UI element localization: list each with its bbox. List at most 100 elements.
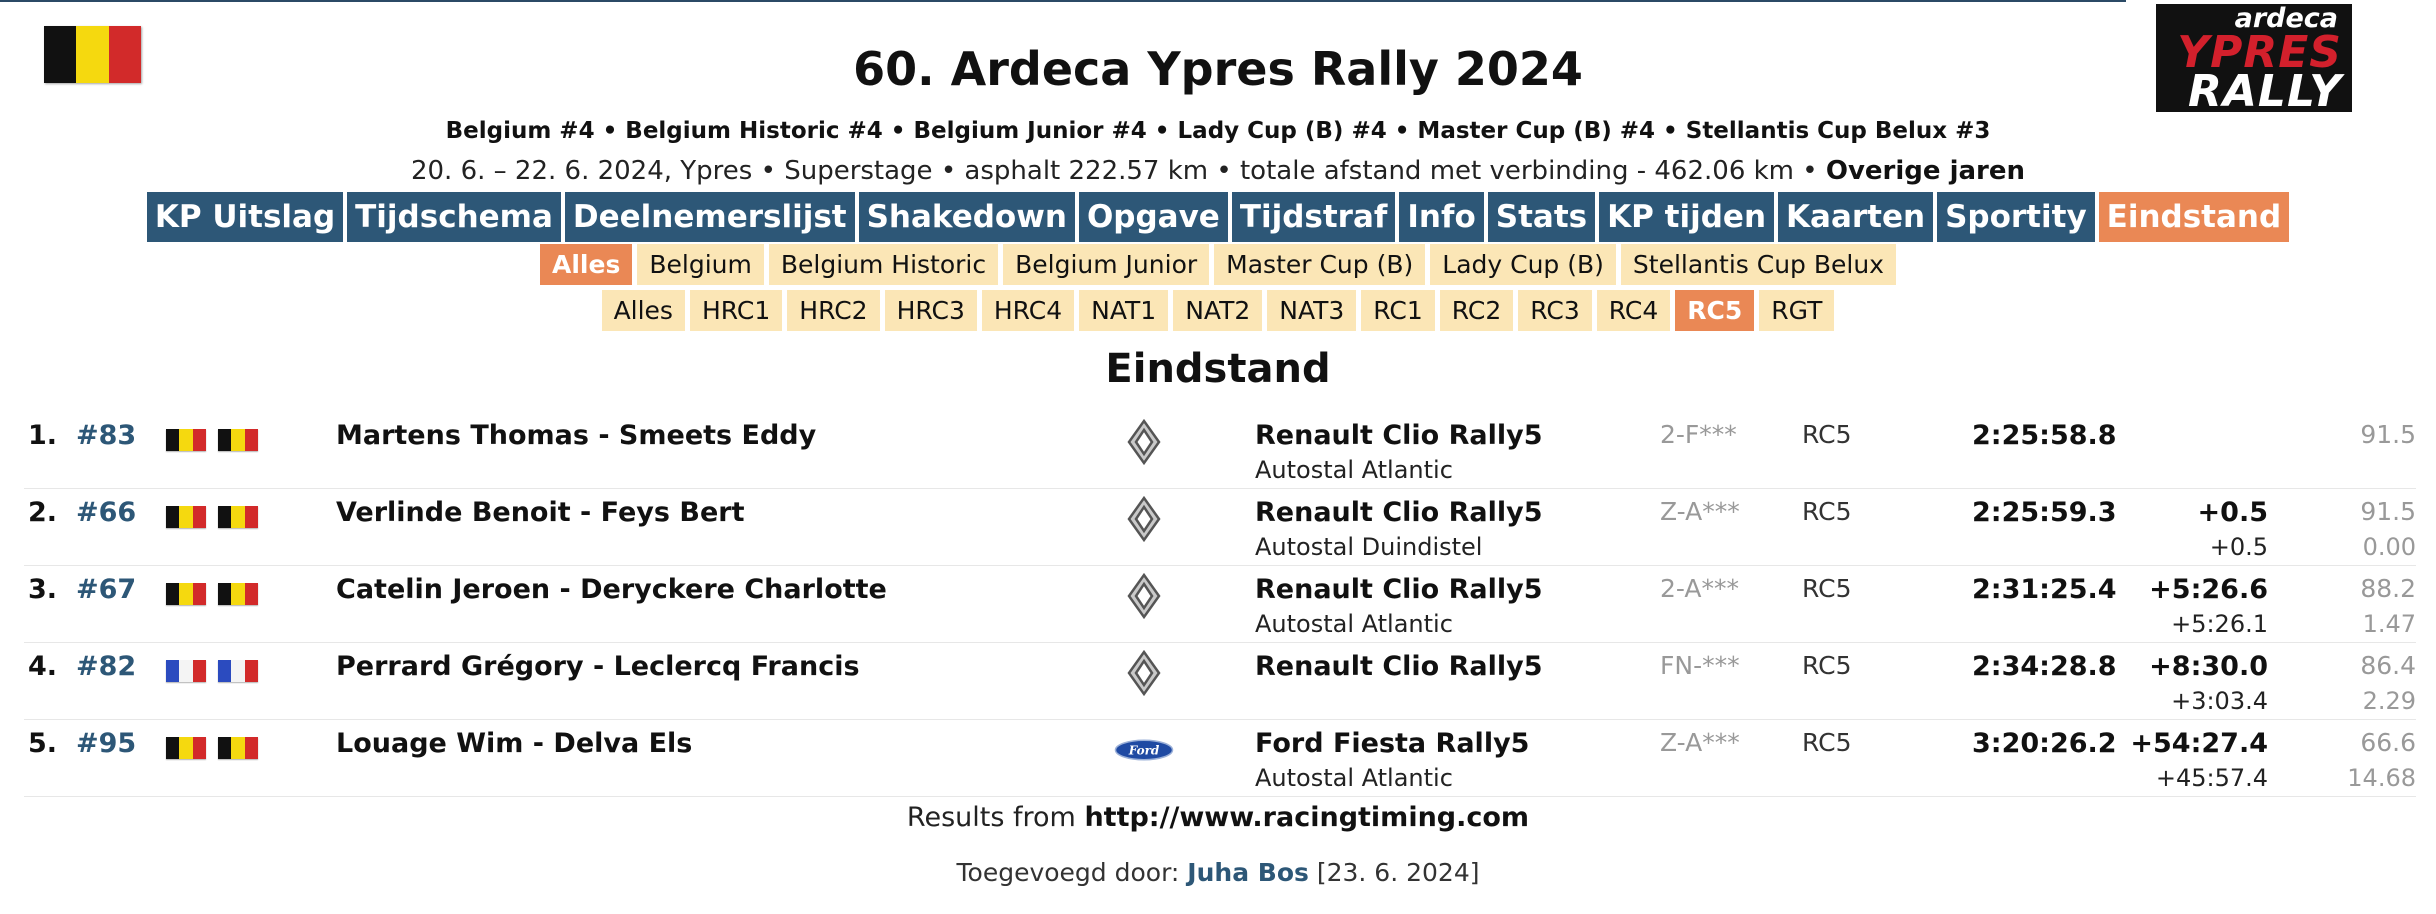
class-filter-rc3[interactable]: RC3	[1518, 290, 1592, 331]
gap-to-leader: +54:27.4	[2130, 728, 2268, 759]
table-row: 4. #82 Perrard Grégory - Leclercq Francis R…	[24, 643, 2416, 720]
total-time: 3:20:26.2	[1972, 728, 2117, 759]
class-filter-nat3[interactable]: NAT3	[1267, 290, 1357, 331]
car-model: Renault Clio Rally5	[1255, 420, 1543, 451]
average-speed: 91.5	[2360, 420, 2416, 449]
gap-to-previous: +45:57.4	[2155, 764, 2268, 792]
cup-filter-lady-cup-b[interactable]: Lady Cup (B)	[1430, 244, 1616, 285]
section-title: Eindstand	[1105, 346, 1331, 392]
entry-number-link[interactable]: #83	[76, 420, 136, 451]
nav-tab-kaarten[interactable]: Kaarten	[1778, 192, 1934, 242]
nav-tab-opgave[interactable]: Opgave	[1078, 192, 1228, 242]
class-filter-alles[interactable]: Alles	[601, 290, 685, 331]
source-link[interactable]: http://www.racingtiming.com	[1084, 802, 1529, 833]
championship-series: Belgium #4 • Belgium Historic #4 • Belgi…	[445, 118, 1991, 144]
crew-names: Martens Thomas - Smeets Eddy	[336, 420, 817, 451]
belgium-flag-icon	[218, 583, 258, 605]
renault-logo-icon	[1114, 418, 1174, 466]
registration-plate: FN-***	[1660, 651, 1740, 680]
average-speed: 66.6	[2360, 728, 2416, 757]
car-model: Ford Fiesta Rally5	[1255, 728, 1530, 759]
belgium-flag-icon	[166, 506, 206, 528]
result-position: 1.	[28, 420, 58, 451]
nav-tab-shakedown[interactable]: Shakedown	[858, 192, 1075, 242]
crew-names: Catelin Jeroen - Deryckere Charlotte	[336, 574, 887, 605]
event-info-text: 20. 6. – 22. 6. 2024, Ypres • Superstage…	[410, 156, 1818, 186]
crew-names: Verlinde Benoit - Feys Bert	[336, 497, 745, 528]
other-years-link[interactable]: Overige jaren	[1826, 156, 2025, 186]
class-filter-hrc3[interactable]: HRC3	[884, 290, 977, 331]
cup-filter-master-cup-b[interactable]: Master Cup (B)	[1214, 244, 1426, 285]
car-model: Renault Clio Rally5	[1255, 651, 1543, 682]
car-class: RC5	[1802, 497, 1852, 526]
crew-flags	[166, 660, 258, 682]
class-filter-nat2[interactable]: NAT2	[1173, 290, 1263, 331]
crew-flags	[166, 583, 258, 605]
renault-logo-icon	[1114, 572, 1174, 620]
entry-number-link[interactable]: #67	[76, 574, 136, 605]
table-row: 5. #95 Louage Wim - Delva Els Ford Ford Fies…	[24, 720, 2416, 797]
class-filter-nat1[interactable]: NAT1	[1079, 290, 1169, 331]
speed-difference: 0.00	[2362, 533, 2416, 561]
class-filter-rc5[interactable]: RC5	[1675, 290, 1755, 331]
belgium-flag-icon	[218, 429, 258, 451]
team-name: Autostal Atlantic	[1255, 610, 1453, 638]
class-filter-hrc2[interactable]: HRC2	[787, 290, 880, 331]
belgium-flag-icon	[218, 737, 258, 759]
crew-flags	[166, 429, 258, 451]
top-border	[0, 0, 2126, 2]
average-speed: 91.5	[2360, 497, 2416, 526]
nav-tab-tijdstraf[interactable]: Tijdstraf	[1231, 192, 1396, 242]
car-model: Renault Clio Rally5	[1255, 497, 1543, 528]
nav-tab-sportity[interactable]: Sportity	[1937, 192, 2095, 242]
added-by-link[interactable]: Juha Bos	[1187, 858, 1309, 887]
result-position: 4.	[28, 651, 58, 682]
car-class: RC5	[1802, 728, 1852, 757]
cup-filter-stellantis-cup-belux[interactable]: Stellantis Cup Belux	[1620, 244, 1896, 285]
crew-flags	[166, 506, 258, 528]
belgium-flag-icon	[166, 429, 206, 451]
results-table: 1. #83 Martens Thomas - Smeets Eddy Renault…	[24, 412, 2416, 797]
gap-to-previous: +0.5	[2209, 533, 2268, 561]
nav-tab-deelnemerslijst[interactable]: Deelnemerslijst	[564, 192, 855, 242]
car-class: RC5	[1802, 420, 1852, 449]
added-by: Toegevoegd door: Juha Bos [23. 6. 2024]	[0, 858, 2436, 887]
nav-tab-kp-uitslag[interactable]: KP Uitslag	[146, 192, 344, 242]
nav-tab-kp-tijden[interactable]: KP tijden	[1599, 192, 1775, 242]
france-flag-icon	[218, 660, 258, 682]
crew-names: Perrard Grégory - Leclercq Francis	[336, 651, 860, 682]
main-nav: KP Uitslag Tijdschema Deelnemerslijst Shake…	[0, 192, 2436, 242]
entry-number-link[interactable]: #66	[76, 497, 136, 528]
nav-tab-tijdschema[interactable]: Tijdschema	[347, 192, 561, 242]
cup-filter-belgium-historic[interactable]: Belgium Historic	[768, 244, 999, 285]
class-filter-hrc1[interactable]: HRC1	[689, 290, 783, 331]
cup-filter-alles[interactable]: Alles	[540, 244, 633, 285]
belgium-flag-icon	[166, 583, 206, 605]
team-name: Autostal Atlantic	[1255, 456, 1453, 484]
nav-tab-eindstand[interactable]: Eindstand	[2098, 192, 2290, 242]
class-filter-rgt[interactable]: RGT	[1759, 290, 1835, 331]
renault-logo-icon	[1114, 649, 1174, 697]
gap-to-previous: +5:26.1	[2171, 610, 2268, 638]
class-filter-rc1[interactable]: RC1	[1361, 290, 1435, 331]
class-filter-nav: Alles HRC1 HRC2 HRC3 HRC4 NAT1 NAT2 NAT3 RC1 RC2 R…	[0, 290, 2436, 331]
class-filter-rc2[interactable]: RC2	[1439, 290, 1514, 331]
total-time: 2:25:58.8	[1972, 420, 2117, 451]
entry-number-link[interactable]: #82	[76, 651, 136, 682]
cup-filter-belgium-junior[interactable]: Belgium Junior	[1003, 244, 1210, 285]
nav-tab-stats[interactable]: Stats	[1487, 192, 1596, 242]
result-position: 2.	[28, 497, 58, 528]
class-filter-hrc4[interactable]: HRC4	[981, 290, 1075, 331]
entry-number-link[interactable]: #95	[76, 728, 136, 759]
table-row: 2. #66 Verlinde Benoit - Feys Bert Renault …	[24, 489, 2416, 566]
added-prefix: Toegevoegd door:	[956, 858, 1180, 887]
ford-logo-icon: Ford	[1114, 726, 1174, 774]
france-flag-icon	[166, 660, 206, 682]
svg-text:Ford: Ford	[1128, 744, 1160, 758]
result-position: 5.	[28, 728, 58, 759]
class-filter-rc4[interactable]: RC4	[1596, 290, 1671, 331]
nav-tab-info[interactable]: Info	[1399, 192, 1484, 242]
added-date: [23. 6. 2024]	[1316, 858, 1480, 887]
renault-logo-icon	[1114, 495, 1174, 543]
cup-filter-belgium[interactable]: Belgium	[637, 244, 764, 285]
